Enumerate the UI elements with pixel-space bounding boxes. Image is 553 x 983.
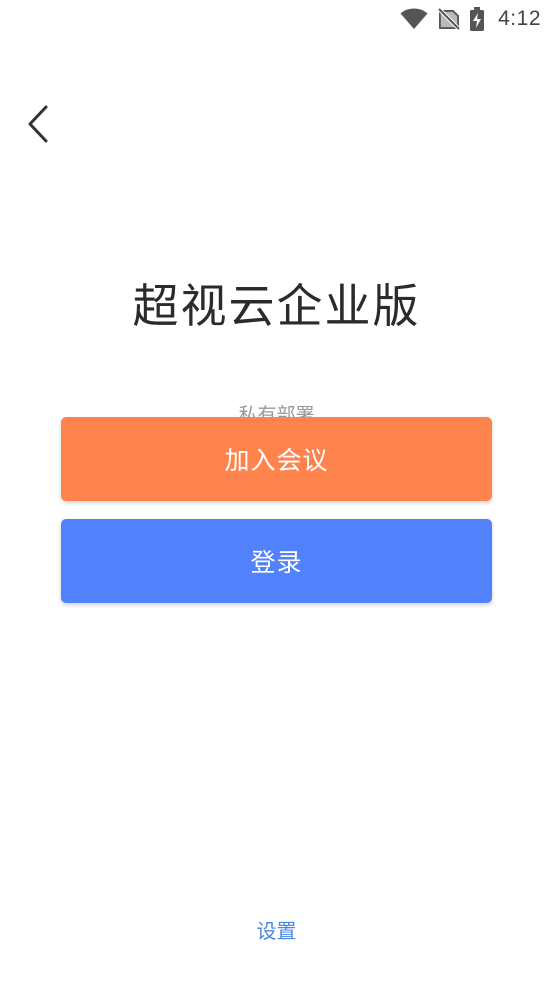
app-title: 超视云企业版 xyxy=(132,279,421,333)
chevron-left-icon xyxy=(28,105,48,143)
settings-link[interactable]: 设置 xyxy=(257,919,297,943)
status-icons: 4:12 xyxy=(400,6,541,32)
status-time: 4:12 xyxy=(498,7,541,30)
back-button[interactable] xyxy=(16,96,60,152)
login-label: 登录 xyxy=(250,548,303,577)
status-bar: 4:12 xyxy=(0,0,553,40)
join-meeting-button[interactable]: 加入会议 xyxy=(61,417,492,501)
settings-link-row: 设置 xyxy=(0,915,553,944)
app-screen: 4:12 超视云企业版 私有部署 加入会议 登录 设置 xyxy=(0,0,553,983)
join-meeting-label: 加入会议 xyxy=(224,446,329,475)
no-signal-icon xyxy=(438,8,461,30)
wifi-icon xyxy=(400,8,428,29)
login-button[interactable]: 登录 xyxy=(61,519,492,603)
battery-charging-icon xyxy=(470,7,485,31)
